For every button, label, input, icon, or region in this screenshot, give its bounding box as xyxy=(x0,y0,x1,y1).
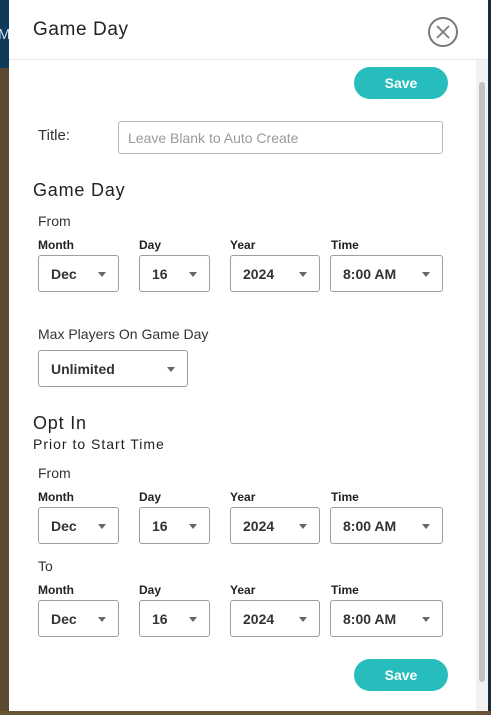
year-label: Year xyxy=(230,490,256,504)
select-value: 16 xyxy=(152,266,168,282)
day-label: Day xyxy=(139,490,162,504)
close-icon xyxy=(436,25,450,39)
chevron-down-icon xyxy=(167,367,175,372)
title-label: Title: xyxy=(38,127,70,144)
opt-in-to-year-select[interactable]: 2024 xyxy=(230,600,320,637)
select-value: Dec xyxy=(51,611,77,627)
chevron-down-icon xyxy=(98,272,106,277)
game-day-from-label: From xyxy=(38,213,71,229)
select-value: 16 xyxy=(152,518,168,534)
select-value: Dec xyxy=(51,518,77,534)
background-page-edge-bottom xyxy=(0,711,491,715)
scrollbar-track[interactable] xyxy=(476,60,488,711)
opt-in-to-day-select[interactable]: 16 xyxy=(139,600,210,637)
chevron-down-icon xyxy=(98,617,106,622)
month-label: Month xyxy=(38,238,74,252)
select-value: Unlimited xyxy=(51,361,115,377)
max-players-label: Max Players On Game Day xyxy=(38,326,209,342)
save-button-bottom[interactable]: Save xyxy=(354,659,448,691)
chevron-down-icon xyxy=(299,524,307,529)
chevron-down-icon xyxy=(189,272,197,277)
opt-in-to-month-select[interactable]: Dec xyxy=(38,600,119,637)
game-day-heading: Game Day xyxy=(33,180,126,200)
chevron-down-icon xyxy=(299,272,307,277)
chevron-down-icon xyxy=(189,524,197,529)
month-label: Month xyxy=(38,583,74,597)
select-value: Dec xyxy=(51,266,77,282)
opt-in-from-day-select[interactable]: 16 xyxy=(139,507,210,544)
modal-title: Game Day xyxy=(33,19,129,40)
select-value: 8:00 AM xyxy=(343,518,397,534)
close-button[interactable] xyxy=(428,17,458,47)
opt-in-from-time-select[interactable]: 8:00 AM xyxy=(330,507,443,544)
opt-in-to-label: To xyxy=(38,558,53,574)
opt-in-heading: Opt In xyxy=(33,413,87,433)
chevron-down-icon xyxy=(422,524,430,529)
select-value: 8:00 AM xyxy=(343,611,397,627)
chevron-down-icon xyxy=(422,617,430,622)
max-players-select[interactable]: Unlimited xyxy=(38,350,188,387)
opt-in-to-time-select[interactable]: 8:00 AM xyxy=(330,600,443,637)
save-button-top[interactable]: Save xyxy=(354,67,448,99)
time-label: Time xyxy=(331,238,359,252)
opt-in-from-year-select[interactable]: 2024 xyxy=(230,507,320,544)
chevron-down-icon xyxy=(422,272,430,277)
game-day-from-time-select[interactable]: 8:00 AM xyxy=(330,255,443,292)
select-value: 2024 xyxy=(243,266,275,282)
modal-header: Game Day xyxy=(9,0,488,60)
game-day-from-month-select[interactable]: Dec xyxy=(38,255,119,292)
year-label: Year xyxy=(230,583,256,597)
title-input[interactable] xyxy=(118,121,443,154)
scrollbar-thumb[interactable] xyxy=(479,82,485,682)
opt-in-subheading: Prior to Start Time xyxy=(33,436,165,452)
background-page-edge: Me xyxy=(0,0,19,715)
time-label: Time xyxy=(331,583,359,597)
game-day-from-year-select[interactable]: 2024 xyxy=(230,255,320,292)
select-value: 2024 xyxy=(243,611,275,627)
game-day-from-day-select[interactable]: 16 xyxy=(139,255,210,292)
select-value: 2024 xyxy=(243,518,275,534)
opt-in-from-label: From xyxy=(38,465,71,481)
chevron-down-icon xyxy=(189,617,197,622)
time-label: Time xyxy=(331,490,359,504)
select-value: 8:00 AM xyxy=(343,266,397,282)
opt-in-from-month-select[interactable]: Dec xyxy=(38,507,119,544)
select-value: 16 xyxy=(152,611,168,627)
year-label: Year xyxy=(230,238,256,252)
day-label: Day xyxy=(139,238,162,252)
day-label: Day xyxy=(139,583,162,597)
month-label: Month xyxy=(38,490,74,504)
game-day-modal: Game Day Save Title: Game Day From Month… xyxy=(9,0,488,711)
chevron-down-icon xyxy=(98,524,106,529)
chevron-down-icon xyxy=(299,617,307,622)
